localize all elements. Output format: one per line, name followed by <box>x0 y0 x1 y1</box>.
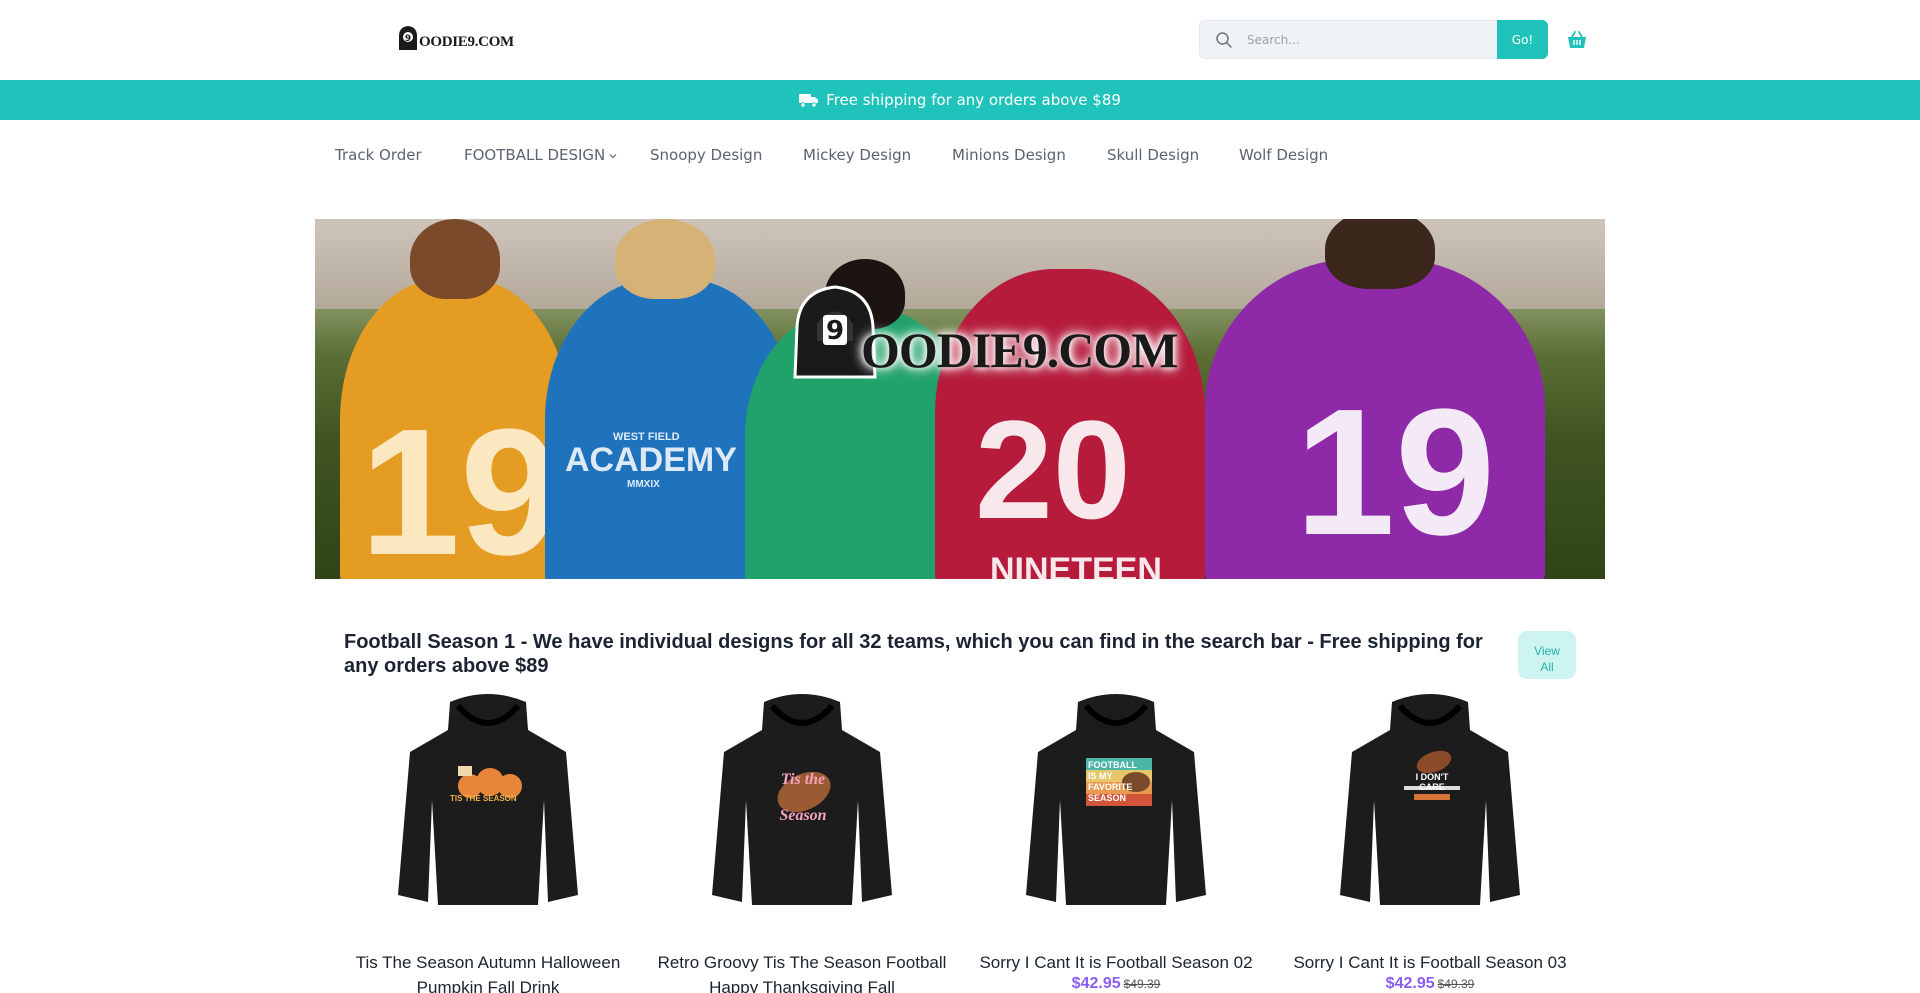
truck-icon <box>799 94 819 108</box>
hero-hoodie-text-mmxix: MMXIX <box>627 479 660 490</box>
product-name[interactable]: Sorry I Cant It is Football Season 03 <box>1280 950 1580 975</box>
product-card[interactable]: Tis the Season Retro Groovy Tis The Seas… <box>652 690 952 993</box>
product-print-text: FOOTBALL IS MY FAVORITE SEASON <box>1088 760 1137 803</box>
site-logo[interactable]: 9 OODIE9.COM <box>393 20 514 60</box>
hero-hoodie-purple: 19 <box>1205 259 1545 579</box>
hero-logo: 9 OODIE9.COM <box>785 279 1178 379</box>
product-image[interactable]: FOOTBALL IS MY FAVORITE SEASON <box>1016 690 1216 915</box>
logo-text: OODIE9.COM <box>419 34 514 50</box>
search-icon <box>1216 32 1232 48</box>
product-sale-price: $42.95 <box>1071 975 1121 992</box>
chevron-down-icon <box>609 153 617 158</box>
nav-item-track-order[interactable]: Track Order <box>335 146 422 164</box>
hero-hoodie-number: 19 <box>1295 372 1496 573</box>
main-nav: Track Order FOOTBALL DESIGN Snoopy Desig… <box>0 120 1920 192</box>
product-name[interactable]: Retro Groovy Tis The Season Football Hap… <box>652 950 952 993</box>
free-shipping-text: Free shipping for any orders above $89 <box>826 91 1121 109</box>
hero-person-hair <box>410 219 500 299</box>
nav-item-snoopy-design[interactable]: Snoopy Design <box>650 146 762 164</box>
hero-person-hair <box>1325 219 1435 289</box>
product-card[interactable]: FOOTBALL IS MY FAVORITE SEASON Sorry I C… <box>966 690 1266 992</box>
product-print-text: I DON'T CARE <box>1415 772 1449 792</box>
free-shipping-banner: Free shipping for any orders above $89 <box>0 80 1920 120</box>
view-all-label-line2: All <box>1540 659 1554 674</box>
product-old-price: $49.39 <box>1123 977 1161 991</box>
nav-item-label: FOOTBALL DESIGN <box>464 146 606 164</box>
hero-hoodie-text-academy: ACADEMY <box>565 441 737 479</box>
product-price: $42.95 $49.39 <box>1280 976 1580 992</box>
hero-banner[interactable]: 19 WEST FIELD ACADEMY MMXIX 20 NINETEEN … <box>315 219 1605 579</box>
search-input[interactable] <box>1247 21 1492 58</box>
site-header: 9 OODIE9.COM Go! <box>0 0 1920 80</box>
product-print-text: Tis the Season <box>779 771 827 824</box>
product-price: $42.95 $49.39 <box>966 976 1266 992</box>
hero-hoodie-text-nineteen: NINETEEN <box>990 551 1162 579</box>
nav-item-wolf-design[interactable]: Wolf Design <box>1239 146 1328 164</box>
view-all-button[interactable]: View All <box>1518 631 1576 679</box>
product-name[interactable]: Tis The Season Autumn Halloween Pumpkin … <box>338 950 638 993</box>
basket-icon[interactable] <box>1566 29 1588 51</box>
product-sale-price: $42.95 <box>1385 975 1435 992</box>
nav-item-football-design[interactable]: FOOTBALL DESIGN <box>464 146 617 164</box>
hero-logo-text: OODIE9.COM <box>861 322 1178 378</box>
product-card[interactable]: I DON'T CARE Sorry I Cant It is Football… <box>1280 690 1580 992</box>
view-all-label-line1: View <box>1534 643 1560 658</box>
product-image[interactable]: I DON'T CARE <box>1330 690 1530 915</box>
hero-hoodie-number: 19 <box>360 392 561 579</box>
product-card[interactable]: TIS THE SEASON Tis The Season Autumn Hal… <box>338 690 638 993</box>
hoodie-image <box>1340 694 1520 905</box>
hero-hoodie-orange: 19 <box>340 279 570 579</box>
product-image[interactable]: TIS THE SEASON <box>388 690 588 915</box>
product-old-price: $49.39 <box>1437 977 1475 991</box>
product-name[interactable]: Sorry I Cant It is Football Season 02 <box>966 950 1266 975</box>
product-print-text: TIS THE SEASON <box>450 794 517 803</box>
svg-text:9: 9 <box>405 34 411 44</box>
svg-text:9: 9 <box>826 316 844 346</box>
search-go-button[interactable]: Go! <box>1497 20 1548 59</box>
nav-item-minions-design[interactable]: Minions Design <box>952 146 1066 164</box>
nav-item-skull-design[interactable]: Skull Design <box>1107 146 1199 164</box>
section-title: Football Season 1 - We have individual d… <box>344 631 1483 677</box>
hero-hoodie-number: 20 <box>975 391 1131 548</box>
nav-item-mickey-design[interactable]: Mickey Design <box>803 146 911 164</box>
hero-person-hair <box>615 219 715 299</box>
product-image[interactable]: Tis the Season <box>702 690 902 915</box>
search-bar: Go! <box>1199 20 1548 59</box>
